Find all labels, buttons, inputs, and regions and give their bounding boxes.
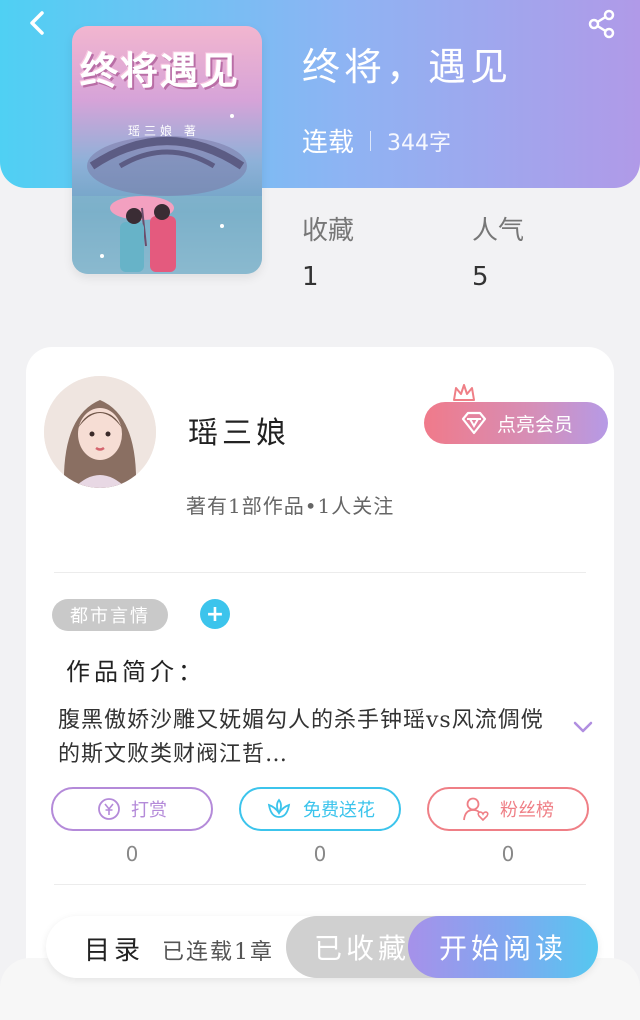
flower-icon: [267, 798, 291, 818]
book-cover[interactable]: 终将遇见 瑶三娘 著: [72, 26, 262, 274]
vip-button-label: 点亮会员: [496, 413, 573, 436]
send-flower-button[interactable]: 免费送花: [239, 787, 401, 831]
genre-tag[interactable]: 都市言情: [52, 599, 168, 631]
tip-count: 0: [125, 842, 139, 866]
fan-user-icon: [463, 797, 489, 822]
stat-label-popularity: 人气: [472, 216, 525, 246]
back-button[interactable]: [22, 8, 52, 38]
book-status: 连载 344字: [302, 122, 451, 159]
intro-heading: 作品简介：: [66, 658, 206, 686]
diamond-icon: [461, 411, 487, 435]
flower-count: 0: [313, 842, 327, 866]
fan-ranking-label: 粉丝榜: [500, 800, 554, 821]
fan-ranking-button[interactable]: 粉丝榜: [427, 787, 589, 831]
start-reading-button[interactable]: 开始阅读: [408, 916, 598, 978]
cover-author: 瑶三娘 著: [128, 124, 200, 138]
toc-status[interactable]: 已连载1章: [162, 934, 274, 966]
stat-value-favorites: 1: [302, 262, 319, 292]
book-title: 终将，遇见: [302, 45, 513, 89]
divider: [54, 572, 586, 573]
avatar[interactable]: [44, 376, 156, 488]
yen-coin-icon: [98, 798, 120, 820]
share-button[interactable]: [586, 8, 618, 40]
vip-button[interactable]: 点亮会员: [424, 402, 608, 444]
serial-status: 连载: [302, 128, 355, 158]
stat-value-popularity: 5: [472, 262, 489, 292]
tip-button[interactable]: 打赏: [51, 787, 213, 831]
chevron-left-icon: [30, 11, 44, 35]
stat-label-favorites: 收藏: [302, 216, 355, 246]
toc-button[interactable]: 目录: [84, 930, 144, 967]
fan-count: 0: [501, 842, 515, 866]
author-avatar-image: [44, 376, 156, 488]
share-icon: [588, 9, 615, 39]
status-divider: [370, 130, 372, 151]
divider: [54, 884, 586, 885]
author-summary: 著有1部作品•1人关注: [186, 494, 395, 518]
send-flower-label: 免费送花: [303, 800, 375, 821]
chevron-down-icon[interactable]: [570, 714, 596, 740]
tip-label: 打赏: [131, 800, 167, 821]
word-count: 344字: [387, 130, 452, 156]
cover-title: 终将遇见: [80, 48, 241, 93]
crown-icon: [453, 384, 475, 401]
intro-text: 腹黑傲娇沙雕又妩媚勾人的杀手钟瑶vs风流倜傥的斯文败类财阀江哲…: [58, 708, 544, 767]
add-tag-button[interactable]: +: [200, 599, 230, 629]
author-name[interactable]: 瑶三娘: [188, 408, 290, 452]
